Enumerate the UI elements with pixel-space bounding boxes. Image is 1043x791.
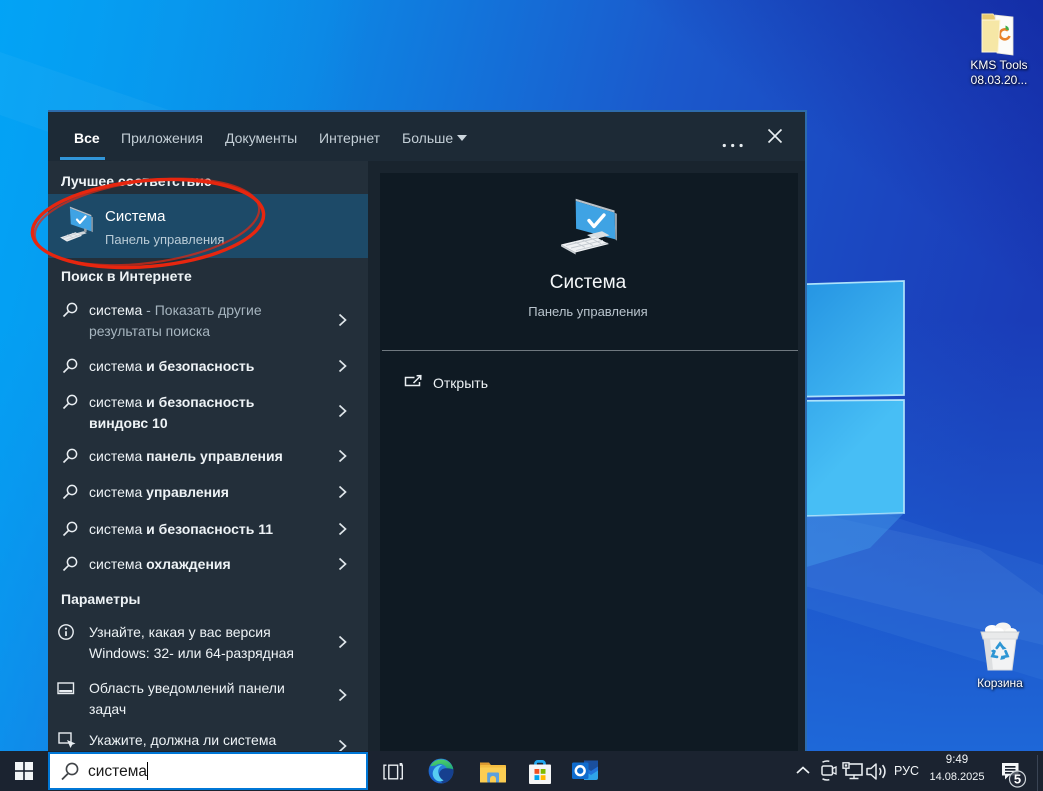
svg-text:5: 5 bbox=[1014, 772, 1021, 787]
